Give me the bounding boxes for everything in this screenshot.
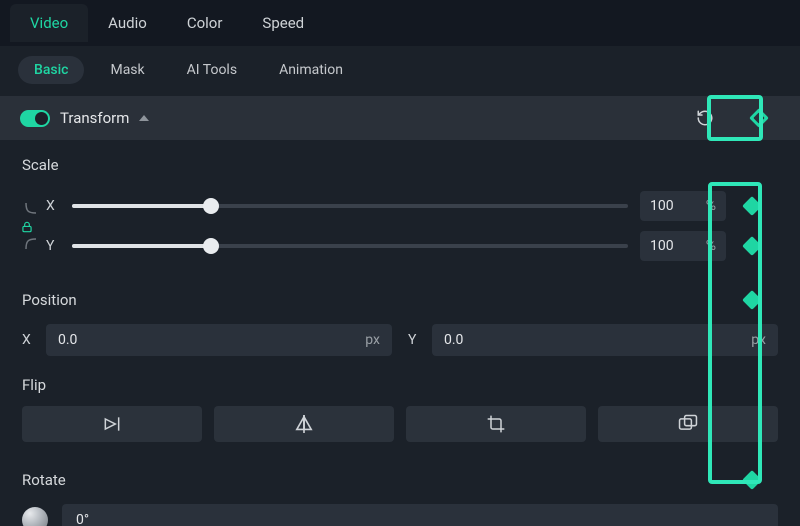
scale-y-value: 100	[650, 238, 674, 254]
collapse-caret-icon[interactable]	[139, 115, 149, 121]
position-y-axis-label: Y	[408, 332, 422, 348]
bracket-top-icon	[22, 197, 40, 215]
position-label: Position	[22, 291, 77, 309]
scale-x-value-input[interactable]: 100 %	[640, 191, 726, 221]
scale-x-keyframe-button[interactable]	[731, 187, 773, 225]
transform-keyframe-button[interactable]	[738, 99, 780, 137]
position-y-value: 0.0	[444, 332, 463, 348]
crop-icon	[486, 414, 506, 434]
bracket-bottom-icon	[22, 237, 40, 255]
subtab-animation[interactable]: Animation	[263, 56, 359, 84]
subtab-ai-tools[interactable]: AI Tools	[171, 56, 253, 84]
scale-y-axis-label: Y	[46, 238, 72, 254]
sub-tab-bar: Basic Mask AI Tools Animation	[0, 46, 800, 96]
tab-color[interactable]: Color	[167, 4, 243, 42]
position-y-input[interactable]: 0.0 px	[432, 324, 778, 356]
position-keyframe-button[interactable]	[731, 281, 773, 319]
scale-lock-button[interactable]	[18, 218, 36, 236]
top-tab-bar: Video Audio Color Speed	[0, 0, 800, 46]
lock-icon	[20, 220, 34, 234]
position-x-input[interactable]: 0.0 px	[46, 324, 392, 356]
reset-icon	[696, 109, 714, 127]
keyframe-diamond-icon	[742, 290, 762, 310]
scale-x-unit: %	[706, 198, 716, 214]
crop-button[interactable]	[406, 406, 586, 442]
rotate-dial[interactable]	[22, 507, 48, 526]
flip-vertical-button[interactable]	[214, 406, 394, 442]
rotate-value-input[interactable]: 0°	[62, 504, 778, 526]
subtab-mask[interactable]: Mask	[94, 56, 160, 84]
scale-y-value-input[interactable]: 100 %	[640, 231, 726, 261]
tab-speed[interactable]: Speed	[242, 4, 324, 42]
rotate-keyframe-button[interactable]	[731, 461, 773, 499]
transform-reset-button[interactable]	[692, 105, 718, 131]
flip-vertical-icon	[293, 415, 315, 433]
flip-horizontal-icon	[102, 415, 122, 433]
transform-toggle[interactable]	[20, 110, 50, 127]
fit-icon	[677, 414, 699, 434]
scale-x-slider[interactable]	[72, 196, 628, 216]
rotate-value: 0°	[76, 512, 89, 526]
scale-y-slider[interactable]	[72, 236, 628, 256]
keyframe-diamond-icon	[742, 196, 762, 216]
position-x-unit: px	[365, 332, 380, 348]
position-y-unit: px	[751, 332, 766, 348]
keyframe-diamond-icon	[742, 236, 762, 256]
scale-x-value: 100	[650, 198, 674, 214]
keyframe-diamond-icon	[749, 108, 769, 128]
position-x-axis-label: X	[22, 332, 36, 348]
tab-audio[interactable]: Audio	[88, 4, 167, 42]
tab-video[interactable]: Video	[10, 4, 88, 42]
transform-title: Transform	[60, 109, 129, 127]
rotate-label: Rotate	[22, 471, 66, 489]
fit-button[interactable]	[598, 406, 778, 442]
keyframe-diamond-icon	[742, 470, 762, 490]
subtab-basic[interactable]: Basic	[18, 56, 84, 84]
scale-label: Scale	[22, 156, 778, 174]
flip-horizontal-button[interactable]	[22, 406, 202, 442]
position-x-value: 0.0	[58, 332, 77, 348]
scale-y-unit: %	[706, 238, 716, 254]
scale-x-axis-label: X	[46, 198, 72, 214]
transform-section-header: Transform	[0, 96, 800, 140]
flip-label: Flip	[22, 376, 778, 394]
scale-y-keyframe-button[interactable]	[731, 227, 773, 265]
